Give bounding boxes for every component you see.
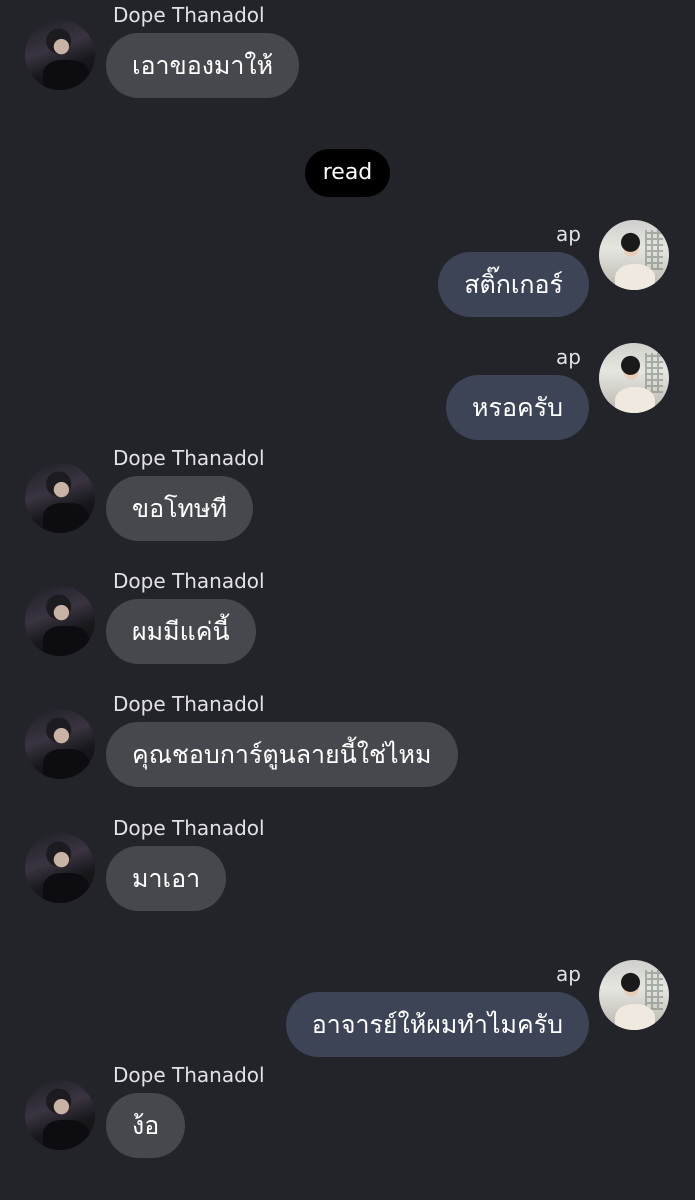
message-incoming: Dope Thanadol คุณชอบการ์ตูนลายนี้ใช่ไหม bbox=[0, 689, 695, 799]
sender-name: ap bbox=[556, 962, 581, 986]
avatar-dope-thanadol[interactable] bbox=[25, 463, 95, 533]
sender-name: Dope Thanadol bbox=[113, 569, 265, 593]
message-bubble[interactable]: หรอครับ bbox=[446, 375, 589, 440]
avatar-ap[interactable] bbox=[599, 220, 669, 290]
message-bubble[interactable]: ง้อ bbox=[106, 1093, 186, 1158]
avatar-dope-thanadol[interactable] bbox=[25, 833, 95, 903]
message-bubble[interactable]: ผมมีแค่นี้ bbox=[106, 599, 256, 664]
message-incoming: Dope Thanadol ง้อ bbox=[0, 1060, 695, 1170]
avatar-ap[interactable] bbox=[599, 343, 669, 413]
sender-name: Dope Thanadol bbox=[113, 692, 265, 716]
message-bubble[interactable]: เอาของมาให้ bbox=[106, 33, 300, 98]
message-incoming: Dope Thanadol ผมมีแค่นี้ bbox=[0, 566, 695, 676]
sender-name: Dope Thanadol bbox=[113, 3, 265, 27]
message-bubble[interactable]: มาเอา bbox=[106, 846, 227, 911]
avatar-dope-thanadol[interactable] bbox=[25, 20, 95, 90]
sender-name: ap bbox=[556, 222, 581, 246]
sender-name: Dope Thanadol bbox=[113, 1063, 265, 1087]
message-outgoing: ap อาจารย์ให้ผมทำไมครับ bbox=[0, 960, 695, 1070]
avatar-ap[interactable] bbox=[599, 960, 669, 1030]
message-outgoing: ap สติ๊กเกอร์ bbox=[0, 220, 695, 330]
message-bubble[interactable]: อาจารย์ให้ผมทำไมครับ bbox=[285, 992, 589, 1057]
message-bubble[interactable]: คุณชอบการ์ตูนลายนี้ใช่ไหม bbox=[106, 722, 458, 787]
message-incoming: Dope Thanadol มาเอา bbox=[0, 813, 695, 923]
sender-name: Dope Thanadol bbox=[113, 446, 265, 470]
message-bubble[interactable]: สติ๊กเกอร์ bbox=[438, 252, 589, 317]
avatar-dope-thanadol[interactable] bbox=[25, 586, 95, 656]
message-incoming: Dope Thanadol ขอโทษที bbox=[0, 443, 695, 553]
read-receipt: read bbox=[305, 149, 390, 197]
sender-name: Dope Thanadol bbox=[113, 816, 265, 840]
sender-name: ap bbox=[556, 345, 581, 369]
avatar-dope-thanadol[interactable] bbox=[25, 1080, 95, 1150]
message-incoming: Dope Thanadol เอาของมาให้ bbox=[0, 0, 695, 110]
message-outgoing: ap หรอครับ bbox=[0, 343, 695, 453]
avatar-dope-thanadol[interactable] bbox=[25, 709, 95, 779]
message-bubble[interactable]: ขอโทษที bbox=[106, 476, 253, 541]
